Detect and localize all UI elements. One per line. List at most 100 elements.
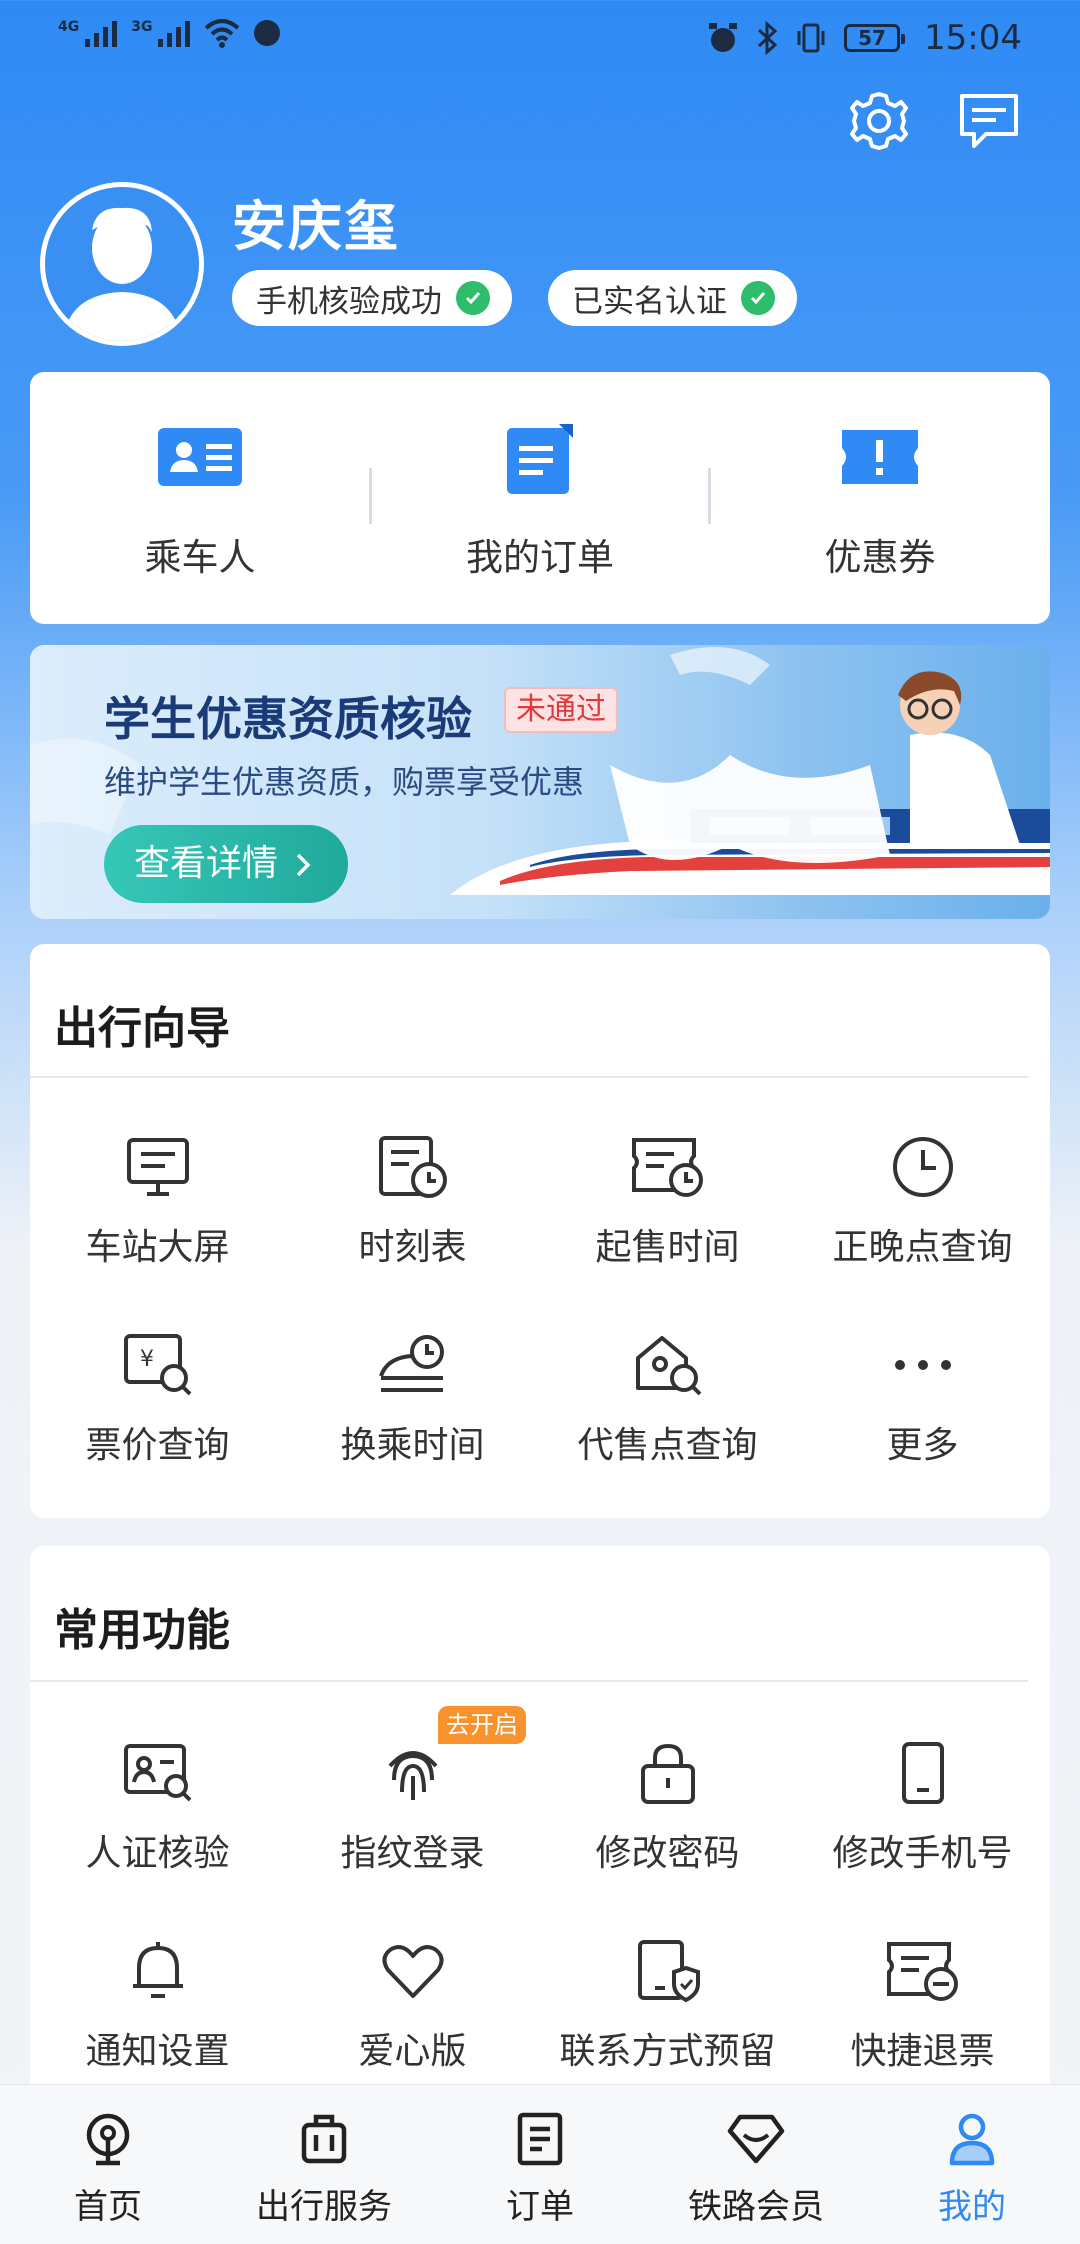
function-label: 修改手机号 (832, 1833, 1013, 1874)
system-indicators: 57 15:04 (706, 18, 1022, 58)
function-label: 爱心版 (358, 2031, 467, 2072)
guide-delay-query[interactable]: 正晚点查询 (795, 1134, 1050, 1324)
quick-link-orders[interactable]: 我的订单 (370, 372, 710, 624)
tab-home[interactable]: 首页 (0, 2085, 216, 2244)
divider (708, 468, 711, 524)
user-name: 安庆玺 (232, 195, 400, 258)
guide-label: 代售点查询 (577, 1425, 758, 1466)
lock-icon (640, 1743, 695, 1804)
clock-time: 15:04 (924, 18, 1022, 58)
timetable-icon (378, 1136, 447, 1198)
tab-label: 我的 (938, 2187, 1006, 2227)
guide-label: 票价查询 (85, 1425, 230, 1466)
function-label: 快捷退票 (850, 2031, 995, 2072)
passenger-card-icon (158, 428, 242, 486)
order-doc-icon (507, 424, 573, 494)
guide-sale-time[interactable]: 起售时间 (540, 1134, 795, 1324)
tab-label: 订单 (506, 2187, 574, 2227)
alarm-icon (709, 23, 738, 52)
phone-verified-badge: 手机核验成功 (232, 270, 512, 326)
guide-agency-query[interactable]: 代售点查询 (540, 1332, 795, 1522)
signal-icon: 4G (58, 19, 118, 47)
travel-guide-card: 出行向导 车站大屏 时刻表 起售时间 正晚点查询 ¥ 票价查询 换乘时间 代售点… (30, 944, 1050, 1518)
banner-subtitle: 维护学生优惠资质，购票享受优惠 (104, 763, 585, 801)
network-type-label: 4G (58, 19, 80, 35)
section-title: 常用功能 (54, 1605, 230, 1656)
function-fingerprint-login[interactable]: 指纹登录 (285, 1740, 540, 1930)
tab-railway-member[interactable]: 铁路会员 (648, 2085, 864, 2244)
function-label: 人证核验 (85, 1833, 230, 1874)
message-icon (960, 94, 1018, 148)
badge-label: 手机核验成功 (256, 283, 442, 320)
function-change-password[interactable]: 修改密码 (540, 1740, 795, 1930)
quick-link-label: 我的订单 (466, 536, 614, 579)
avatar[interactable] (40, 182, 204, 346)
realname-verified-badge: 已实名认证 (548, 270, 797, 326)
view-details-button[interactable]: 查看详情 (104, 825, 348, 903)
status-badge: 未通过 (504, 687, 618, 733)
bell-icon (132, 1942, 183, 1998)
quick-links-card: 乘车人 我的订单 优惠券 (30, 372, 1050, 624)
guide-label: 换乘时间 (340, 1425, 485, 1466)
quick-link-passengers[interactable]: 乘车人 (30, 372, 370, 624)
guide-label: 车站大屏 (85, 1227, 230, 1268)
user-avatar-icon (45, 187, 199, 341)
enable-tag[interactable]: 去开启 (438, 1706, 526, 1744)
function-id-verify[interactable]: 人证核验 (30, 1740, 285, 1930)
student-verification-banner[interactable]: 学生优惠资质核验 未通过 维护学生优惠资质，购票享受优惠 查看详情 (30, 645, 1050, 919)
gear-icon (850, 92, 908, 150)
guide-station-screen[interactable]: 车站大屏 (30, 1134, 285, 1324)
tab-label: 出行服务 (256, 2187, 392, 2227)
function-change-phone[interactable]: 修改手机号 (795, 1740, 1050, 1930)
battery-indicator: 57 (844, 24, 906, 52)
settings-button[interactable] (846, 88, 912, 154)
section-divider (30, 1680, 1028, 1682)
function-label: 修改密码 (595, 1833, 740, 1874)
location-icon (254, 20, 281, 46)
user-icon (949, 2113, 995, 2166)
function-label: 通知设置 (85, 2031, 230, 2072)
diamond-icon (727, 2114, 785, 2164)
tab-mine[interactable]: 我的 (864, 2085, 1080, 2244)
guide-label: 时刻表 (358, 1227, 467, 1268)
order-list-icon (517, 2112, 563, 2166)
tab-label: 首页 (74, 2187, 142, 2227)
id-verify-icon (123, 1744, 191, 1802)
button-label: 查看详情 (134, 843, 279, 884)
guide-label: 起售时间 (595, 1227, 740, 1268)
vibrate-icon (797, 23, 825, 53)
network-type-label-2: 3G (131, 19, 153, 35)
check-icon (456, 281, 490, 315)
quick-link-label: 乘车人 (144, 536, 256, 579)
coupon-icon (842, 430, 918, 484)
guide-timetable[interactable]: 时刻表 (285, 1134, 540, 1324)
common-functions-card: 常用功能 人证核验 指纹登录 去开启 修改密码 修改手机号 通知设置 爱心版 联… (30, 1546, 1050, 2106)
bluetooth-icon (757, 21, 778, 55)
heart-icon (382, 1945, 443, 1998)
contact-shield-icon (637, 1940, 700, 2003)
luggage-icon (301, 2114, 347, 2164)
rail-home-icon (86, 2113, 130, 2166)
guide-transfer-time[interactable]: 换乘时间 (285, 1332, 540, 1522)
network-indicators: 4G 3G (58, 18, 281, 48)
svg-text:¥: ¥ (140, 1347, 154, 1372)
agency-search-icon (635, 1336, 701, 1396)
function-label: 联系方式预留 (559, 2031, 776, 2072)
function-label: 指纹登录 (340, 1833, 485, 1874)
clock-icon (892, 1137, 953, 1197)
fingerprint-icon (388, 1751, 437, 1800)
quick-link-coupons[interactable]: 优惠券 (710, 372, 1050, 624)
phone-icon (901, 1742, 944, 1804)
guide-fare-query[interactable]: ¥ 票价查询 (30, 1332, 285, 1522)
tab-travel-services[interactable]: 出行服务 (216, 2085, 432, 2244)
divider (369, 468, 372, 524)
signal-icon-2: 3G (131, 19, 191, 47)
chevron-right-icon (297, 853, 311, 877)
quick-link-label: 优惠券 (824, 536, 936, 579)
guide-more[interactable]: 更多 (795, 1332, 1050, 1522)
station-screen-icon (126, 1138, 189, 1196)
fare-search-icon: ¥ (123, 1334, 191, 1396)
check-icon (741, 281, 775, 315)
tab-orders[interactable]: 订单 (432, 2085, 648, 2244)
messages-button[interactable] (956, 88, 1022, 154)
